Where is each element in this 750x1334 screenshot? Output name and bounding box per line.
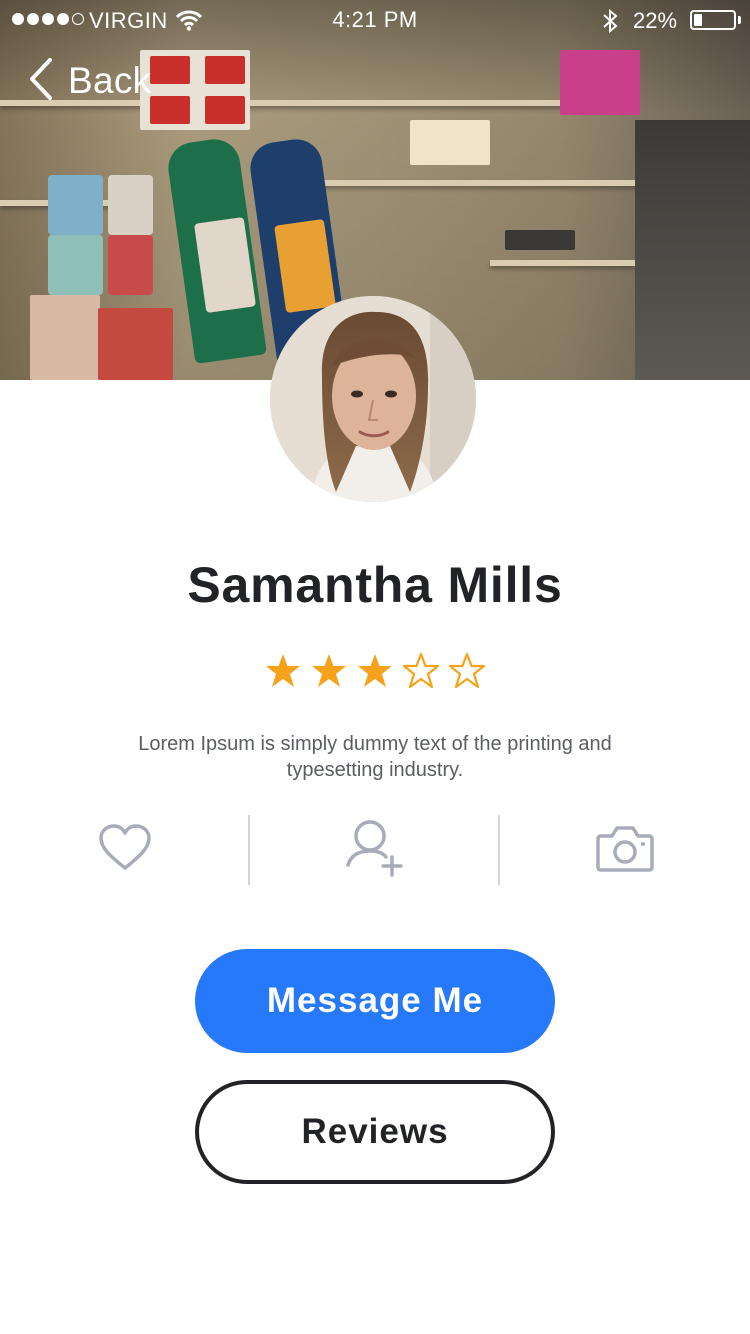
add-friend-button[interactable]	[250, 815, 500, 885]
message-me-button[interactable]: Message Me	[195, 949, 555, 1053]
rating-stars	[0, 652, 750, 690]
reviews-button[interactable]: Reviews	[195, 1080, 555, 1184]
profile-name: Samantha Mills	[187, 557, 563, 613]
battery-icon	[690, 10, 736, 30]
star-filled-icon	[355, 652, 395, 690]
favorite-button[interactable]	[0, 815, 250, 885]
avatar	[270, 296, 476, 502]
star-empty-icon	[401, 652, 441, 690]
star-empty-icon	[447, 652, 487, 690]
bluetooth-icon	[600, 8, 620, 40]
back-button[interactable]: Back	[28, 57, 152, 106]
chevron-left-icon	[28, 57, 54, 106]
action-bar	[0, 815, 750, 885]
add-user-icon	[345, 819, 405, 882]
camera-icon	[596, 823, 654, 878]
star-filled-icon	[263, 652, 303, 690]
star-filled-icon	[309, 652, 349, 690]
battery-percent: 22%	[633, 8, 678, 33]
photos-button[interactable]	[500, 815, 750, 885]
back-label: Back	[68, 60, 152, 101]
profile-screen: VIRGIN 4:21 PM 22% Back Samantha Mills L…	[0, 0, 750, 1334]
status-bar: VIRGIN 4:21 PM 22%	[0, 0, 750, 40]
profile-bio: Lorem Ipsum is simply dummy text of the …	[138, 733, 612, 781]
heart-icon	[98, 823, 152, 877]
